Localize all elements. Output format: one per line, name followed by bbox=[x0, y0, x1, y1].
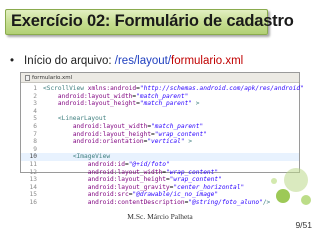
line-number: 9 bbox=[33, 145, 37, 153]
line-number: 5 bbox=[33, 115, 37, 123]
code-line: 14 android:layout_gravity="center_horizo… bbox=[21, 184, 299, 192]
line-number: 2 bbox=[33, 92, 37, 100]
page-number: 9/51 bbox=[295, 220, 312, 230]
code-text: <ScrollView xmlns:android="http://schema… bbox=[43, 85, 304, 92]
editor-tab[interactable]: formulario.xml bbox=[21, 73, 299, 83]
footer-author: M.Sc. Márcio Palheta bbox=[127, 212, 193, 221]
code-text: android:layout_gravity="center_horizonta… bbox=[87, 183, 245, 191]
code-text: android:orientation="vertical" > bbox=[72, 138, 193, 146]
line-number: 11 bbox=[29, 160, 37, 168]
deco-circle-small bbox=[301, 195, 311, 205]
code-line: 11 android:id="@+id/foto" bbox=[21, 161, 299, 169]
bullet-marker: • bbox=[10, 55, 15, 67]
code-text: android:layout_width="match_parent" bbox=[72, 122, 204, 130]
code-text: android:id="@+id/foto" bbox=[87, 160, 170, 168]
line-number: 10 bbox=[29, 153, 37, 161]
code-line: 4 bbox=[21, 108, 299, 116]
xml-file-icon bbox=[25, 74, 30, 81]
code-line: 3 android:layout_height="match_parent" > bbox=[21, 100, 299, 108]
code-line: 16 android:contentDescription="@string/f… bbox=[21, 199, 299, 207]
line-number: 6 bbox=[33, 122, 37, 130]
code-line: 9 bbox=[21, 146, 299, 154]
line-number: 3 bbox=[33, 100, 37, 108]
code-text: <LinearLayout bbox=[57, 115, 107, 123]
code-text: android:layout_width="wrap_content" bbox=[87, 168, 219, 176]
code-text: <ImageView bbox=[72, 153, 111, 161]
path-folder: /res/layout/ bbox=[114, 55, 172, 67]
code-line: 6 android:layout_width="match_parent" bbox=[21, 123, 299, 131]
bullet-item: • Início do arquivo: /res/layout/formular… bbox=[10, 55, 243, 67]
code-line: 5 <LinearLayout bbox=[21, 115, 299, 123]
line-number: 15 bbox=[29, 191, 37, 199]
editor-tab-label: formulario.xml bbox=[32, 75, 73, 81]
code-line: 1 <ScrollView xmlns:android="http://schem… bbox=[21, 85, 304, 93]
slide-title: Exercício 02: Formulário de cadastro bbox=[11, 12, 294, 30]
code-lines: 1 <ScrollView xmlns:android="http://schem… bbox=[21, 85, 304, 207]
code-text: android:layout_width="match_parent" bbox=[57, 92, 189, 100]
line-number: 16 bbox=[29, 198, 37, 206]
code-line: 15 android:src="@drawable/ic_no_image" bbox=[21, 191, 299, 199]
path-file: formulario.xml bbox=[171, 55, 244, 67]
code-text: android:layout_height="wrap_content" bbox=[72, 130, 207, 138]
line-number: 4 bbox=[33, 107, 37, 115]
code-line: 12 android:layout_width="wrap_content" bbox=[21, 169, 299, 177]
line-number: 13 bbox=[29, 176, 37, 184]
line-number: 1 bbox=[33, 85, 37, 92]
line-number: 12 bbox=[29, 168, 37, 176]
code-line: 10 <ImageView bbox=[21, 153, 299, 161]
code-text: android:contentDescription="@string/foto… bbox=[87, 198, 271, 206]
code-line: 13 android:layout_height="wrap_content" bbox=[21, 176, 299, 184]
code-text: android:src="@drawable/ic_no_image" bbox=[87, 191, 219, 199]
code-text: android:layout_height="match_parent" > bbox=[57, 100, 200, 108]
line-number: 7 bbox=[33, 130, 37, 138]
line-number: 8 bbox=[33, 138, 37, 146]
code-text: android:layout_height="wrap_content" bbox=[87, 176, 222, 184]
code-line: 8 android:orientation="vertical" > bbox=[21, 138, 299, 146]
bullet-prefix: Início do arquivo: bbox=[24, 55, 115, 67]
code-editor-window: formulario.xml 1 <ScrollView xmlns:androi… bbox=[20, 72, 304, 206]
line-number: 14 bbox=[29, 183, 37, 191]
